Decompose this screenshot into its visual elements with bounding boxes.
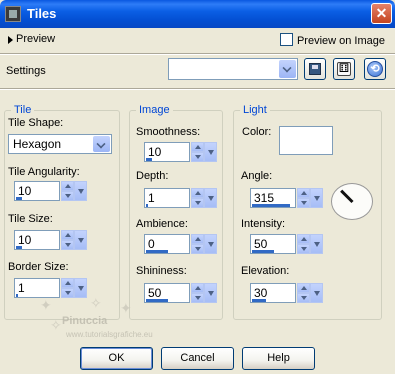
increment-icon[interactable] — [191, 188, 204, 198]
smoothness-label: Smoothness: — [136, 126, 201, 138]
ambience-label: Ambience: — [136, 218, 188, 230]
tile-size-label: Tile Size: — [8, 213, 53, 225]
increment-icon[interactable] — [297, 234, 310, 244]
decrement-icon[interactable] — [297, 293, 310, 303]
tile-size-spinner[interactable]: 10 — [14, 230, 87, 252]
intensity-spinner[interactable]: 50 — [250, 234, 323, 256]
preview-toggle-label[interactable]: Preview — [16, 33, 55, 45]
slider-dropdown-icon[interactable] — [74, 181, 87, 201]
tile-angularity-input[interactable]: 10 — [14, 181, 60, 201]
chevron-down-icon[interactable] — [93, 136, 110, 152]
slider-dropdown-icon[interactable] — [204, 188, 217, 208]
close-button[interactable]: ✕ — [371, 3, 392, 24]
decrement-icon[interactable] — [191, 293, 204, 303]
intensity-label: Intensity: — [241, 218, 286, 230]
increment-icon[interactable] — [297, 188, 310, 198]
angle-input[interactable]: 315 — [250, 188, 296, 208]
window-title: Tiles — [27, 6, 57, 21]
tile-size-input[interactable]: 10 — [14, 230, 60, 250]
reset-button[interactable]: ⟲ — [364, 58, 386, 80]
depth-spinner[interactable]: 1 — [144, 188, 217, 210]
decrement-icon[interactable] — [297, 244, 310, 254]
slider-dropdown-icon[interactable] — [204, 283, 217, 303]
elevation-spinner[interactable]: 30 — [250, 283, 323, 305]
chevron-down-icon[interactable] — [279, 60, 296, 78]
randomize-button[interactable]: ⚅ — [333, 58, 355, 80]
tile-shape-select[interactable]: Hexagon — [8, 134, 112, 154]
cancel-button[interactable]: Cancel — [161, 347, 234, 370]
dice-icon: ⚅ — [337, 61, 351, 76]
intensity-input[interactable]: 50 — [250, 234, 296, 254]
reset-icon: ⟲ — [367, 61, 383, 77]
star-icon: ✧ — [50, 317, 62, 333]
increment-icon[interactable] — [297, 283, 310, 293]
angle-spinner[interactable]: 315 — [250, 188, 323, 210]
settings-label: Settings — [6, 65, 46, 77]
decrement-icon[interactable] — [297, 198, 310, 208]
settings-preset-dropdown[interactable] — [168, 58, 298, 80]
decrement-icon[interactable] — [191, 198, 204, 208]
shininess-label: Shininess: — [136, 265, 187, 277]
depth-label: Depth: — [136, 170, 169, 182]
preview-on-image-checkbox[interactable]: Preview on Image — [279, 33, 385, 47]
save-preset-button[interactable] — [304, 58, 326, 80]
tile-group-title: Tile — [11, 104, 35, 116]
ok-button[interactable]: OK — [80, 347, 153, 370]
title-bar: Tiles ✕ — [0, 0, 395, 28]
watermark: ✦ ✧ ✦ ✧ Pinuccia www.tutorialsgrafiche.e… — [30, 295, 190, 339]
angle-dial[interactable] — [331, 183, 373, 220]
slider-dropdown-icon[interactable] — [310, 188, 323, 208]
star-icon: ✦ — [40, 297, 52, 313]
angle-label: Angle: — [241, 170, 273, 182]
smoothness-spinner[interactable]: 10 — [144, 142, 217, 164]
save-icon — [309, 63, 321, 75]
tile-shape-label: Tile Shape: — [8, 117, 64, 129]
ambience-spinner[interactable]: 0 — [144, 234, 217, 256]
increment-icon[interactable] — [191, 142, 204, 152]
star-icon: ✧ — [90, 295, 102, 311]
increment-icon[interactable] — [191, 283, 204, 293]
increment-icon[interactable] — [61, 181, 74, 191]
depth-input[interactable]: 1 — [144, 188, 190, 208]
ambience-input[interactable]: 0 — [144, 234, 190, 254]
light-group-title: Light — [240, 104, 270, 116]
dial-needle-icon — [340, 189, 354, 204]
slider-dropdown-icon[interactable] — [204, 142, 217, 162]
watermark-url: www.tutorialsgrafiche.eu — [66, 330, 153, 339]
decrement-icon[interactable] — [191, 244, 204, 254]
divider — [0, 88, 395, 90]
elevation-input[interactable]: 30 — [250, 283, 296, 303]
slider-dropdown-icon[interactable] — [74, 230, 87, 250]
increment-icon[interactable] — [61, 230, 74, 240]
tile-angularity-label: Tile Angularity: — [8, 166, 80, 178]
border-size-label: Border Size: — [8, 261, 69, 273]
increment-icon[interactable] — [191, 234, 204, 244]
checkbox-box[interactable] — [279, 33, 293, 46]
app-icon — [5, 6, 21, 22]
expand-triangle-icon[interactable] — [8, 36, 13, 44]
light-color-label: Color: — [242, 126, 272, 138]
increment-icon[interactable] — [61, 278, 74, 288]
star-icon: ✦ — [120, 300, 132, 316]
image-group-title: Image — [136, 104, 173, 116]
preview-row: Preview Preview on Image — [0, 28, 395, 52]
slider-dropdown-icon[interactable] — [310, 234, 323, 254]
smoothness-input[interactable]: 10 — [144, 142, 190, 162]
help-button[interactable]: Help — [242, 347, 315, 370]
tile-angularity-spinner[interactable]: 10 — [14, 181, 87, 203]
slider-dropdown-icon[interactable] — [204, 234, 217, 254]
elevation-label: Elevation: — [241, 265, 290, 277]
divider — [0, 53, 395, 55]
preview-on-image-label: Preview on Image — [296, 35, 385, 47]
decrement-icon[interactable] — [61, 191, 74, 201]
tile-shape-value: Hexagon — [13, 137, 62, 151]
decrement-icon[interactable] — [191, 152, 204, 162]
light-color-swatch[interactable] — [279, 126, 333, 155]
slider-dropdown-icon[interactable] — [310, 283, 323, 303]
decrement-icon[interactable] — [61, 240, 74, 250]
watermark-name: Pinuccia — [62, 315, 108, 327]
